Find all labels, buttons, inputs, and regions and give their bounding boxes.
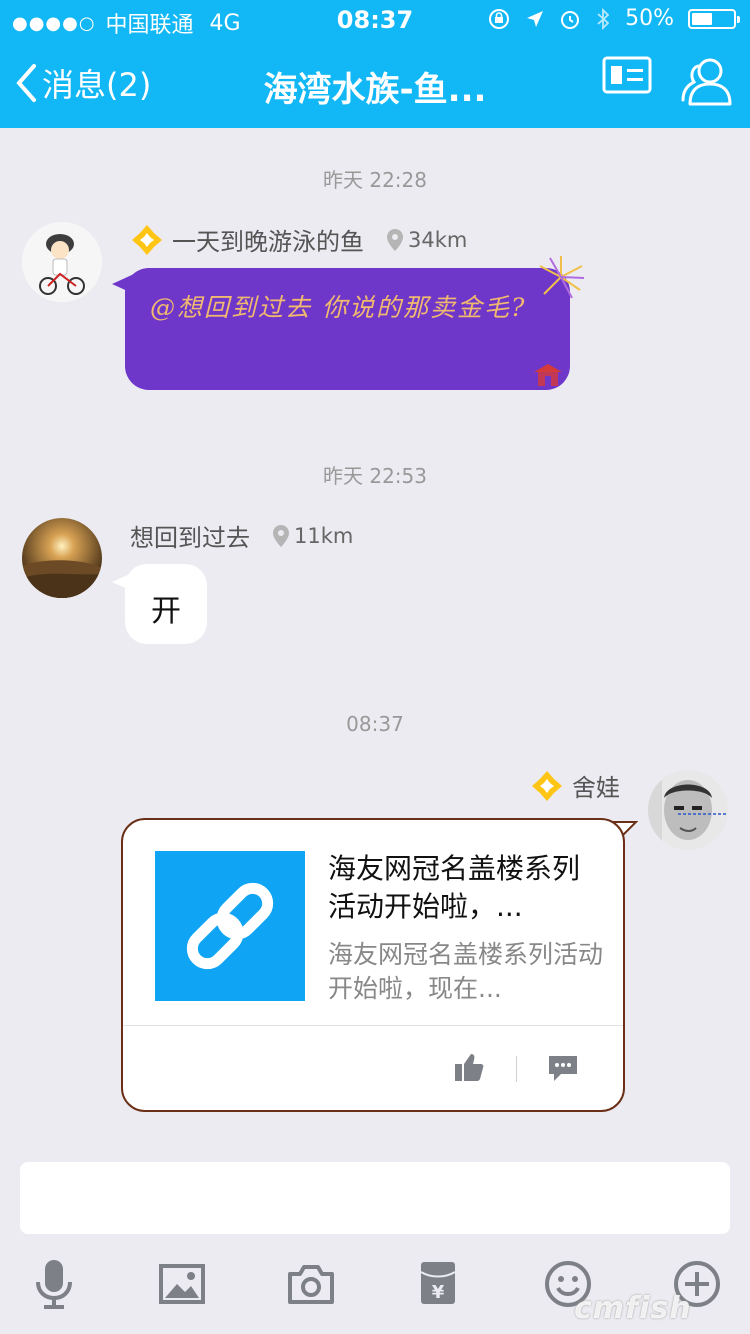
microphone-icon[interactable] xyxy=(34,1258,74,1310)
rotation-lock-icon xyxy=(489,8,510,29)
sender-name[interactable]: 一天到晚游泳的鱼 xyxy=(172,222,364,257)
battery-fill xyxy=(692,12,712,25)
message-text: @想回到过去 你说的那卖金毛? xyxy=(150,293,527,322)
red-packet-icon[interactable]: ¥ xyxy=(419,1260,457,1306)
message-text: 开 xyxy=(151,594,181,629)
timestamp: 08:37 xyxy=(346,712,404,736)
bluetooth-icon xyxy=(597,7,610,30)
sender-line: 想回到过去 11km xyxy=(130,518,353,553)
message-input[interactable] xyxy=(20,1162,730,1234)
card-divider xyxy=(123,1025,623,1026)
image-icon[interactable] xyxy=(159,1264,205,1304)
badge-diamond-icon xyxy=(132,224,162,255)
sender-line: 一天到晚游泳的鱼 34km xyxy=(130,222,467,257)
distance: 11km xyxy=(272,524,353,548)
avatar[interactable] xyxy=(22,518,102,598)
avatar[interactable] xyxy=(22,222,102,302)
timestamp: 昨天 22:53 xyxy=(323,464,427,488)
battery-percent: 50% xyxy=(625,6,674,31)
profile-card-icon[interactable] xyxy=(602,56,652,98)
watermark: cmfish xyxy=(574,1291,692,1326)
comment-icon[interactable] xyxy=(547,1054,579,1082)
status-bar: ●●●●○ 中国联通 4G 08:37 50% xyxy=(0,0,750,40)
sender-name[interactable]: 想回到过去 xyxy=(130,518,250,553)
top-bar: ●●●●○ 中国联通 4G 08:37 50% 消息(2) 海湾水族-鱼... xyxy=(0,0,750,128)
action-separator xyxy=(516,1056,517,1082)
location-pin-icon xyxy=(387,228,403,251)
badge-diamond-icon xyxy=(532,770,562,801)
avatar[interactable] xyxy=(648,770,728,850)
nav-bar: 消息(2) 海湾水族-鱼... xyxy=(0,40,750,128)
location-arrow-icon xyxy=(527,10,544,27)
message-bubble[interactable]: 开 xyxy=(125,564,207,644)
location-pin-icon xyxy=(273,524,289,547)
thumbs-up-icon[interactable] xyxy=(453,1052,485,1082)
link-thumbnail xyxy=(155,851,305,1001)
sender-name[interactable]: 舍娃 xyxy=(572,768,620,803)
distance: 34km xyxy=(386,228,467,252)
distance-value: 11km xyxy=(294,523,354,548)
camera-icon[interactable] xyxy=(288,1264,334,1304)
link-card[interactable]: 海友网冠名盖楼系列活动开始啦，... 海友网冠名盖楼系列活动开始啦，现在... xyxy=(121,818,625,1112)
message-bubble[interactable]: @想回到过去 你说的那卖金毛? xyxy=(125,256,585,390)
alarm-icon xyxy=(561,10,580,29)
timestamp: 昨天 22:28 xyxy=(323,168,427,192)
sender-line: 舍娃 xyxy=(530,768,620,803)
distance-value: 34km xyxy=(408,227,468,252)
lantern-icon xyxy=(534,364,562,386)
link-icon xyxy=(186,882,274,970)
group-members-icon[interactable] xyxy=(680,56,736,112)
battery-icon xyxy=(688,8,740,29)
firework-icon xyxy=(539,256,585,299)
card-title: 海友网冠名盖楼系列活动开始啦，... xyxy=(328,852,581,923)
svg-text:¥: ¥ xyxy=(432,1282,445,1303)
card-description: 海友网冠名盖楼系列活动开始啦，现在... xyxy=(328,940,604,1003)
